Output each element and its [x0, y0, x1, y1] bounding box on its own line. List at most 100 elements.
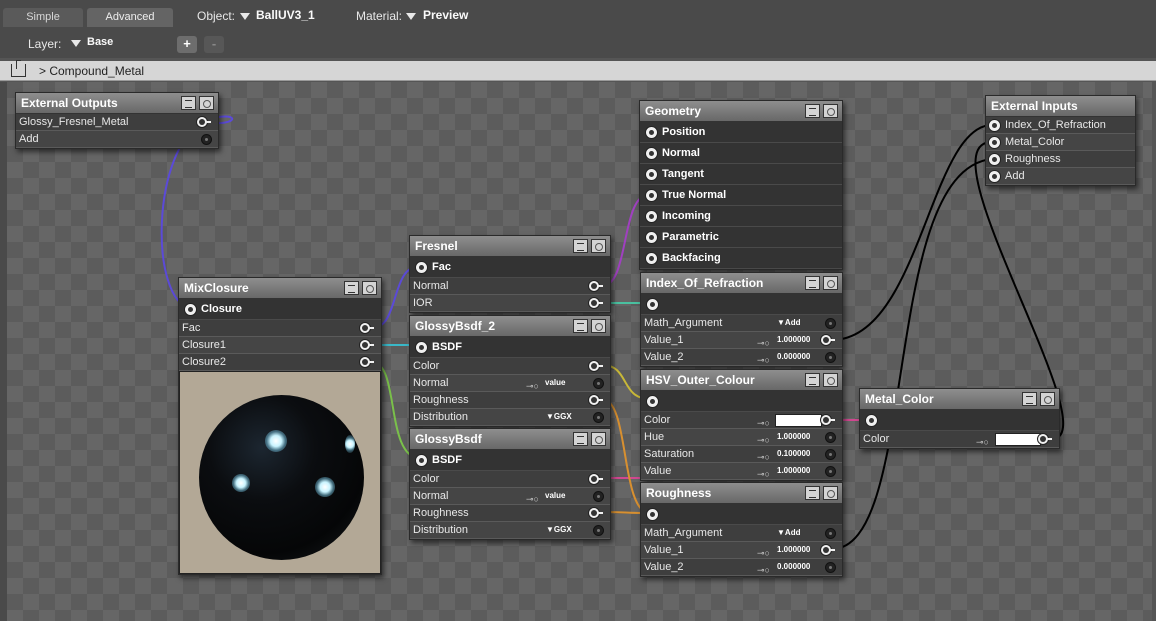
node-menu-icon[interactable] [805, 276, 820, 290]
input-socket-icon[interactable] [588, 297, 603, 309]
add-socket-icon[interactable] [201, 134, 212, 145]
key-icon[interactable]: ⊸○ [757, 466, 770, 482]
value-value[interactable]: 1.000000 [777, 463, 810, 479]
input-socket-icon[interactable] [825, 528, 836, 539]
output-socket-icon[interactable] [645, 210, 658, 223]
input-socket-icon[interactable] [593, 378, 604, 389]
value-2[interactable]: 0.000000 [777, 559, 810, 575]
key-icon[interactable]: ⊸○ [976, 434, 989, 450]
input-socket-icon[interactable] [820, 414, 835, 426]
math-argument-dropdown[interactable]: ▼Add [777, 525, 800, 541]
saturation-value[interactable]: 0.100000 [777, 446, 810, 462]
node-title[interactable]: MixClosure [179, 278, 381, 299]
output-socket-icon[interactable] [415, 341, 428, 354]
input-socket-icon[interactable] [988, 119, 1001, 132]
output-socket-icon[interactable] [646, 298, 659, 311]
node-preview-icon[interactable] [823, 486, 838, 500]
input-socket-icon[interactable] [593, 412, 604, 423]
node-title[interactable]: External Outputs [16, 93, 218, 114]
node-preview-icon[interactable] [823, 104, 838, 118]
output-socket-icon[interactable] [865, 414, 878, 427]
node-glossybsdf[interactable]: GlossyBsdf BSDF Color Normal ⊸○ value Roug… [409, 428, 611, 540]
go-up-icon[interactable] [11, 64, 26, 77]
node-menu-icon[interactable] [805, 486, 820, 500]
input-socket-icon[interactable] [820, 544, 835, 556]
input-socket-icon[interactable] [1037, 433, 1052, 445]
node-menu-icon[interactable] [573, 432, 588, 446]
input-socket-icon[interactable] [588, 473, 603, 485]
node-preview-icon[interactable] [591, 432, 606, 446]
output-socket-icon[interactable] [184, 303, 197, 316]
input-socket-icon[interactable] [820, 334, 835, 346]
object-value[interactable]: BallUV3_1 [256, 8, 315, 22]
layer-dropdown-icon[interactable] [71, 40, 81, 47]
input-socket-icon[interactable] [593, 525, 604, 536]
output-socket-icon[interactable] [645, 231, 658, 244]
node-preview-icon[interactable] [591, 319, 606, 333]
node-title[interactable]: GlossyBsdf_2 [410, 316, 610, 337]
node-title[interactable]: Fresnel [410, 236, 610, 257]
value-2[interactable]: 0.000000 [777, 349, 810, 365]
input-socket-icon[interactable] [825, 318, 836, 329]
node-preview-icon[interactable] [823, 276, 838, 290]
normal-value[interactable]: value [545, 488, 565, 504]
input-socket-icon[interactable] [588, 280, 603, 292]
color-swatch[interactable] [775, 414, 822, 427]
output-socket-icon[interactable] [645, 252, 658, 265]
input-socket-icon[interactable] [825, 449, 836, 460]
node-title[interactable]: GlossyBsdf [410, 429, 610, 450]
node-menu-icon[interactable] [344, 281, 359, 295]
node-index-of-refraction[interactable]: Index_Of_Refraction Math_Argument ▼Add Va… [640, 272, 843, 367]
output-socket-icon[interactable] [645, 147, 658, 160]
input-socket-icon[interactable] [988, 170, 1001, 183]
key-icon[interactable]: ⊸○ [757, 352, 770, 368]
node-menu-icon[interactable] [1022, 392, 1037, 406]
node-roughness[interactable]: Roughness Math_Argument ▼Add Value_1 ⊸○ 1.0… [640, 482, 843, 577]
output-socket-icon[interactable] [645, 168, 658, 181]
remove-layer-button[interactable]: - [204, 36, 224, 53]
input-socket-icon[interactable] [988, 136, 1001, 149]
node-preview-icon[interactable] [199, 96, 214, 110]
node-hsv-outer-colour[interactable]: HSV_Outer_Colour Color ⊸○ Hue ⊸○ 1.000000 S… [640, 369, 843, 481]
math-argument-dropdown[interactable]: ▼Add [777, 315, 800, 331]
input-socket-icon[interactable] [825, 466, 836, 477]
output-socket-icon[interactable] [415, 261, 428, 274]
breadcrumb-path[interactable]: > Compound_Metal [39, 64, 144, 78]
node-title[interactable]: HSV_Outer_Colour [641, 370, 842, 391]
node-external-outputs[interactable]: External Outputs Glossy_Fresnel_Metal Ad… [15, 92, 219, 149]
layer-value[interactable]: Base [87, 36, 113, 48]
node-preview-icon[interactable] [823, 373, 838, 387]
add-layer-button[interactable]: + [177, 36, 197, 53]
input-socket-icon[interactable] [588, 360, 603, 372]
distribution-dropdown[interactable]: ▼GGX [546, 522, 572, 538]
distribution-dropdown[interactable]: ▼GGX [546, 409, 572, 425]
node-title[interactable]: Geometry [640, 101, 842, 122]
node-title[interactable]: Index_Of_Refraction [641, 273, 842, 294]
node-menu-icon[interactable] [805, 104, 820, 118]
node-preview-icon[interactable] [591, 239, 606, 253]
output-socket-icon[interactable] [645, 189, 658, 202]
input-socket-icon[interactable] [588, 507, 603, 519]
output-socket-icon[interactable] [196, 116, 211, 128]
output-socket-icon[interactable] [646, 508, 659, 521]
input-socket-icon[interactable] [588, 394, 603, 406]
input-socket-icon[interactable] [359, 339, 374, 351]
node-metal-color[interactable]: Metal_Color Color ⊸○ [859, 388, 1060, 449]
color-swatch[interactable] [995, 433, 1041, 446]
value-1[interactable]: 1.000000 [777, 542, 810, 558]
output-socket-icon[interactable] [645, 126, 658, 139]
input-socket-icon[interactable] [359, 322, 374, 334]
input-socket-icon[interactable] [359, 356, 374, 368]
node-menu-icon[interactable] [805, 373, 820, 387]
value-1[interactable]: 1.000000 [777, 332, 810, 348]
node-external-inputs[interactable]: External Inputs Index_Of_Refraction Meta… [985, 95, 1136, 186]
input-socket-icon[interactable] [988, 153, 1001, 166]
node-menu-icon[interactable] [181, 96, 196, 110]
node-menu-icon[interactable] [573, 239, 588, 253]
input-socket-icon[interactable] [825, 562, 836, 573]
hue-value[interactable]: 1.000000 [777, 429, 810, 445]
normal-value[interactable]: value [545, 375, 565, 391]
material-value[interactable]: Preview [423, 8, 468, 22]
node-title[interactable]: Roughness [641, 483, 842, 504]
input-socket-icon[interactable] [825, 432, 836, 443]
